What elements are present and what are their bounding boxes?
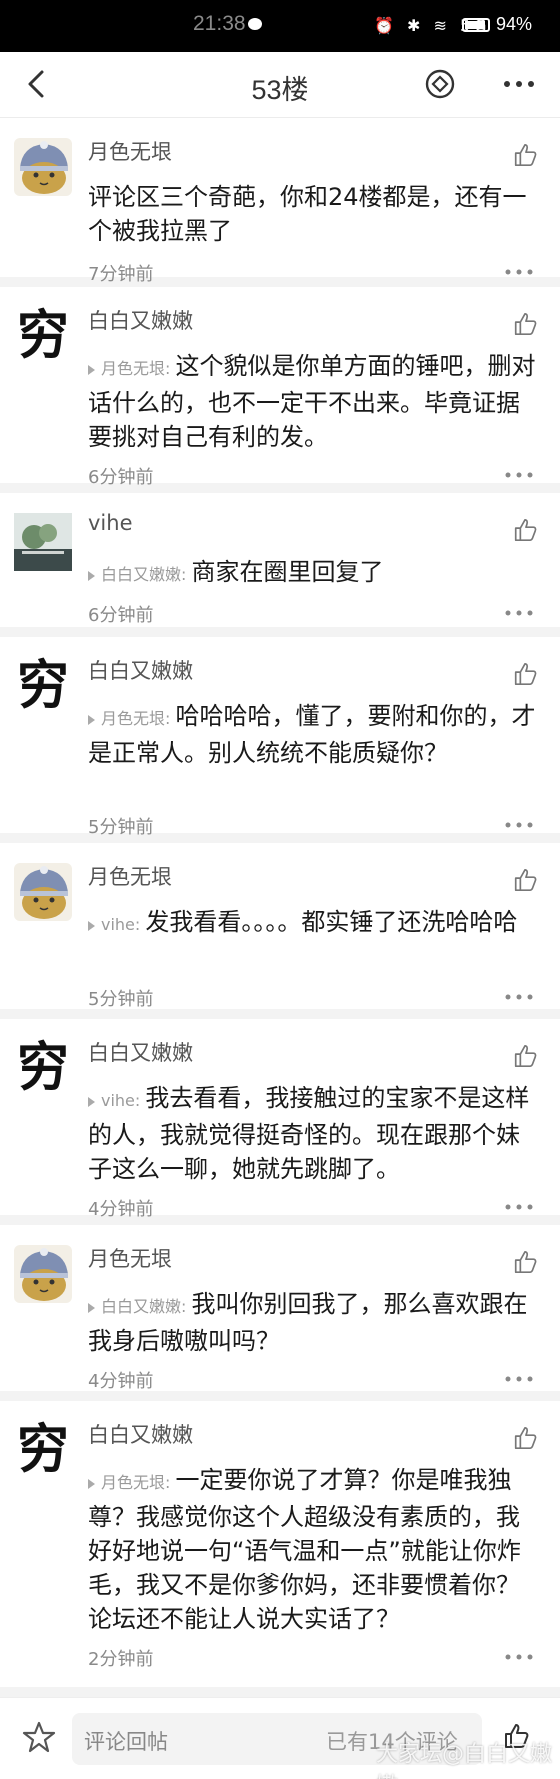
thumbs-up-icon[interactable] (512, 867, 538, 893)
timestamp: 5分钟前 (88, 817, 154, 838)
username[interactable]: 白白又嫩嫩 (88, 1419, 193, 1449)
username[interactable]: 白白又嫩嫩 (88, 1037, 193, 1067)
more-options-icon[interactable] (504, 1203, 534, 1211)
comment-content: 发我看看。。。。都实锤了还洗哈哈哈 (145, 908, 518, 936)
avatar[interactable] (14, 1245, 72, 1303)
comment-card[interactable]: 月色无垠评论区三个奇葩，你和24楼都是，还有一个被我拉黑了 7分钟前 (0, 118, 560, 287)
comment-text: vihe: 我去看看，我接触过的宝家不是这样的人，我就觉得挺奇怪的。现在跟那个妹… (88, 1081, 538, 1186)
quoted-user: 月色无垠: (101, 1473, 171, 1492)
timestamp: 2分钟前 (88, 1649, 154, 1670)
quote-reference[interactable]: vihe: (88, 915, 145, 934)
comment-content: 我去看看，我接触过的宝家不是这样的人，我就觉得挺奇怪的。现在跟那个妹子这么一聊，… (88, 1084, 530, 1183)
timestamp: 4分钟前 (88, 1199, 154, 1220)
more-options-icon[interactable] (504, 1653, 534, 1661)
comment-card[interactable]: 穷白白又嫩嫩月色无垠: 哈哈哈哈，懂了，要附和你的，才是正常人。别人统统不能质疑… (0, 637, 560, 843)
thumbs-up-icon[interactable] (512, 661, 538, 687)
comment-text: 月色无垠: 一定要你说了才算？你是唯我独尊？我感觉你这个人超级没有素质的，我好好… (88, 1463, 538, 1636)
quoted-user: vihe: (101, 1091, 141, 1110)
watermark-text: 大家坛@白白又嫩嫩 (376, 1742, 553, 1779)
comment-card[interactable]: 月色无垠 vihe: 发我看看。。。。都实锤了还洗哈哈哈 5分钟前 (0, 843, 560, 1019)
timestamp: 4分钟前 (88, 1371, 154, 1392)
quote-reference[interactable]: 白白又嫩嫩: (88, 1297, 192, 1316)
comment-card[interactable]: 穷白白又嫩嫩 vihe: 我去看看，我接触过的宝家不是这样的人，我就觉得挺奇怪的。… (0, 1019, 560, 1225)
more-options-icon[interactable] (504, 609, 534, 617)
avatar[interactable]: 穷 (14, 307, 72, 365)
quote-reference[interactable]: 白白又嫩嫩: (88, 565, 192, 584)
quote-arrow-icon (88, 1478, 95, 1489)
quoted-user: 月色无垠: (101, 359, 171, 378)
more-options-icon[interactable] (502, 68, 536, 100)
more-options-icon[interactable] (504, 821, 534, 829)
quote-reference[interactable]: 月色无垠: (88, 1473, 176, 1492)
avatar[interactable] (14, 863, 72, 921)
comment-card[interactable]: vihe 白白又嫩嫩: 商家在圈里回复了 6分钟前 (0, 493, 560, 637)
thumbs-up-icon[interactable] (512, 311, 538, 337)
wechat-notification-icon (248, 18, 262, 30)
top-nav-bar: 53楼 (0, 52, 560, 118)
username[interactable]: 月色无垠 (88, 136, 172, 166)
quote-reference[interactable]: 月色无垠: (88, 359, 176, 378)
status-time: 21:38 (193, 12, 246, 35)
quoted-user: 白白又嫩嫩: (101, 565, 187, 584)
quote-arrow-icon (88, 1302, 95, 1313)
status-bar: 21:38 ⏰ ✱ ≋ 5G 94% (0, 0, 560, 52)
comment-text: 月色无垠: 哈哈哈哈，懂了，要附和你的，才是正常人。别人统统不能质疑你？ (88, 699, 538, 770)
avatar[interactable] (14, 138, 72, 196)
comment-text: 白白又嫩嫩: 商家在圈里回复了 (88, 555, 538, 592)
timestamp: 6分钟前 (88, 467, 154, 488)
battery-icon (462, 18, 490, 32)
username[interactable]: 月色无垠 (88, 1243, 172, 1273)
timestamp: 5分钟前 (88, 989, 154, 1010)
comment-text: 评论区三个奇葩，你和24楼都是，还有一个被我拉黑了 (88, 180, 538, 248)
avatar[interactable]: 穷 (14, 1039, 72, 1097)
username[interactable]: 白白又嫩嫩 (88, 305, 193, 335)
comment-card[interactable]: 穷白白又嫩嫩月色无垠: 这个貌似是你单方面的锤吧，删对话什么的，也不一定干不出来… (0, 287, 560, 493)
page-title: 53楼 (251, 75, 309, 105)
comment-card[interactable]: 月色无垠白白又嫩嫩: 我叫你别回我了，那么喜欢跟在我身后嗷嗷叫吗？ 4分钟前 (0, 1225, 560, 1401)
comment-content: 商家在圈里回复了 (191, 558, 384, 586)
thumbs-up-icon[interactable] (512, 1249, 538, 1275)
quote-arrow-icon (88, 714, 95, 725)
comment-text: vihe: 发我看看。。。。都实锤了还洗哈哈哈 (88, 905, 538, 942)
quoted-user: vihe: (101, 915, 141, 934)
comment-text: 白白又嫩嫩: 我叫你别回我了，那么喜欢跟在我身后嗷嗷叫吗？ (88, 1287, 538, 1358)
reply-input-placeholder: 评论回帖 (84, 1730, 168, 1754)
more-options-icon[interactable] (504, 268, 534, 276)
quote-arrow-icon (88, 920, 95, 931)
quote-arrow-icon (88, 364, 95, 375)
quote-arrow-icon (88, 1096, 95, 1107)
comment-text: 月色无垠: 这个貌似是你单方面的锤吧，删对话什么的，也不一定干不出来。毕竟证据要… (88, 349, 538, 454)
comment-card[interactable]: 穷白白又嫩嫩月色无垠: 一定要你说了才算？你是唯我独尊？我感觉你这个人超级没有素… (0, 1401, 560, 1697)
avatar[interactable]: 穷 (14, 657, 72, 715)
username[interactable]: vihe (88, 511, 133, 535)
quote-reference[interactable]: vihe: (88, 1091, 145, 1110)
timestamp: 7分钟前 (88, 264, 154, 285)
thumbs-up-icon[interactable] (512, 517, 538, 543)
quote-arrow-icon (88, 570, 95, 581)
quoted-user: 月色无垠: (101, 709, 171, 728)
star-favorite-icon[interactable] (22, 1720, 56, 1754)
more-options-icon[interactable] (504, 471, 534, 479)
battery-percent: 94% (496, 14, 533, 34)
avatar[interactable] (14, 513, 72, 571)
comment-content: 评论区三个奇葩，你和24楼都是，还有一个被我拉黑了 (88, 183, 527, 245)
thumbs-up-icon[interactable] (512, 142, 538, 168)
rhombus-icon[interactable] (424, 68, 456, 100)
more-options-icon[interactable] (504, 993, 534, 1001)
thumbs-up-icon[interactable] (512, 1425, 538, 1451)
username[interactable]: 月色无垠 (88, 861, 172, 891)
thumbs-up-icon[interactable] (512, 1043, 538, 1069)
quoted-user: 白白又嫩嫩: (101, 1297, 187, 1316)
avatar[interactable]: 穷 (14, 1421, 72, 1479)
username[interactable]: 白白又嫩嫩 (88, 655, 193, 685)
more-options-icon[interactable] (504, 1375, 534, 1383)
timestamp: 6分钟前 (88, 605, 154, 626)
quote-reference[interactable]: 月色无垠: (88, 709, 176, 728)
